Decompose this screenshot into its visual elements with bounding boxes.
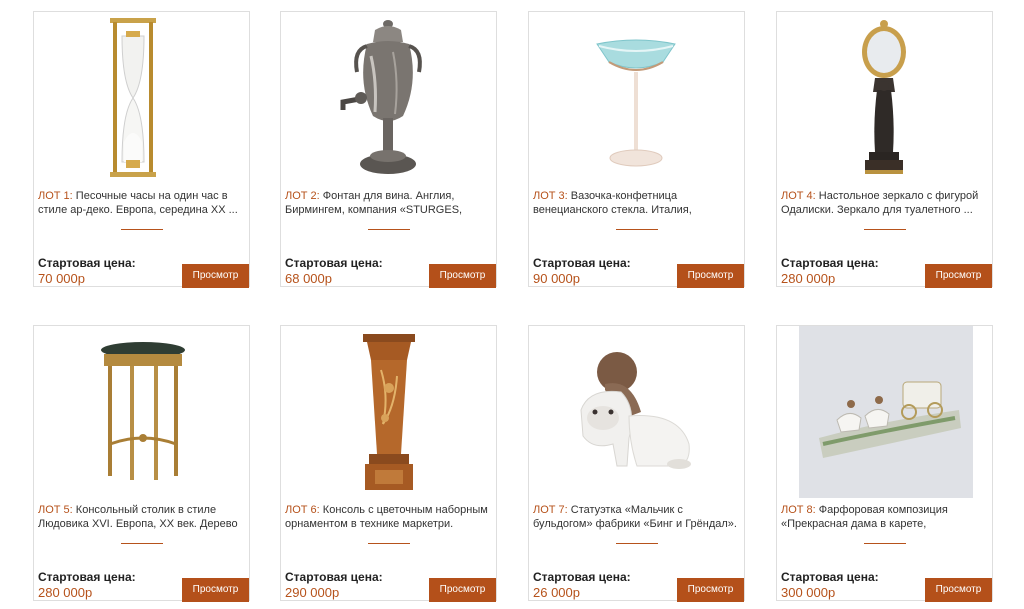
lot-card-8[interactable]: ЛОТ 8: Фарфоровая композиция «Прекрасная… — [776, 325, 994, 602]
lot-number: ЛОТ 6: — [285, 504, 320, 516]
start-price-value: 280 000р — [38, 585, 93, 600]
start-price-label: Стартовая цена: — [781, 256, 879, 270]
hourglass-image[interactable] — [34, 12, 251, 184]
console-table-image[interactable] — [34, 326, 251, 498]
view-button[interactable]: Просмотр — [182, 578, 249, 602]
view-button[interactable]: Просмотр — [925, 578, 992, 602]
lot-title[interactable]: ЛОТ 4: Настольное зеркало с фигурой Одал… — [781, 189, 989, 217]
view-button[interactable]: Просмотр — [182, 264, 249, 288]
lot-number: ЛОТ 4: — [781, 190, 816, 202]
view-button[interactable]: Просмотр — [429, 264, 496, 288]
start-price-label: Стартовая цена: — [285, 256, 383, 270]
lot-card-7[interactable]: ЛОТ 7: Статуэтка «Мальчик с бульдогом» ф… — [528, 325, 746, 602]
lot-number: ЛОТ 8: — [781, 504, 816, 516]
divider — [616, 543, 658, 544]
glass-vase-image[interactable] — [529, 12, 746, 184]
wine-fountain-image[interactable] — [281, 12, 498, 184]
divider — [616, 229, 658, 230]
lot-title[interactable]: ЛОТ 6: Консоль с цветочным наборным орна… — [285, 503, 493, 531]
lot-number: ЛОТ 7: — [533, 504, 568, 516]
marquetry-pedestal-image[interactable] — [281, 326, 498, 498]
lot-number: ЛОТ 5: — [38, 504, 73, 516]
view-button[interactable]: Просмотр — [429, 578, 496, 602]
divider — [121, 543, 163, 544]
view-button[interactable]: Просмотр — [677, 264, 744, 288]
lot-title[interactable]: ЛОТ 5: Консольный столик в стиле Людовик… — [38, 503, 246, 531]
start-price-label: Стартовая цена: — [285, 570, 383, 584]
lot-number: ЛОТ 2: — [285, 190, 320, 202]
lot-card-4[interactable]: ЛОТ 4: Настольное зеркало с фигурой Одал… — [776, 11, 994, 288]
start-price-value: 300 000р — [781, 585, 836, 600]
start-price-value: 290 000р — [285, 585, 340, 600]
boy-bulldog-figurine-image[interactable] — [529, 326, 746, 498]
lot-title[interactable]: ЛОТ 3: Вазочка-конфетница венецианского … — [533, 189, 741, 217]
start-price-value: 70 000р — [38, 271, 85, 286]
lot-title[interactable]: ЛОТ 1: Песочные часы на один час в стиле… — [38, 189, 246, 217]
divider — [864, 229, 906, 230]
view-button[interactable]: Просмотр — [677, 578, 744, 602]
lot-number: ЛОТ 3: — [533, 190, 568, 202]
lot-card-5[interactable]: ЛОТ 5: Консольный столик в стиле Людовик… — [33, 325, 251, 602]
start-price-value: 68 000р — [285, 271, 332, 286]
start-price-label: Стартовая цена: — [38, 256, 136, 270]
divider — [368, 229, 410, 230]
view-button[interactable]: Просмотр — [925, 264, 992, 288]
start-price-value: 26 000р — [533, 585, 580, 600]
lot-card-3[interactable]: ЛОТ 3: Вазочка-конфетница венецианского … — [528, 11, 746, 288]
lot-title[interactable]: ЛОТ 2: Фонтан для вина. Англия, Бирминге… — [285, 189, 493, 217]
lot-number: ЛОТ 1: — [38, 190, 73, 202]
start-price-value: 90 000р — [533, 271, 580, 286]
start-price-value: 280 000р — [781, 271, 836, 286]
divider — [368, 543, 410, 544]
divider — [864, 543, 906, 544]
start-price-label: Стартовая цена: — [38, 570, 136, 584]
lot-title[interactable]: ЛОТ 7: Статуэтка «Мальчик с бульдогом» ф… — [533, 503, 741, 531]
start-price-label: Стартовая цена: — [533, 570, 631, 584]
lot-card-6[interactable]: ЛОТ 6: Консоль с цветочным наборным орна… — [280, 325, 498, 602]
porcelain-carriage-image[interactable] — [777, 326, 994, 498]
lot-title[interactable]: ЛОТ 8: Фарфоровая композиция «Прекрасная… — [781, 503, 989, 531]
lot-card-1[interactable]: ЛОТ 1: Песочные часы на один час в стиле… — [33, 11, 251, 288]
mirror-statue-image[interactable] — [777, 12, 994, 184]
start-price-label: Стартовая цена: — [781, 570, 879, 584]
start-price-label: Стартовая цена: — [533, 256, 631, 270]
divider — [121, 229, 163, 230]
lot-card-2[interactable]: ЛОТ 2: Фонтан для вина. Англия, Бирминге… — [280, 11, 498, 288]
